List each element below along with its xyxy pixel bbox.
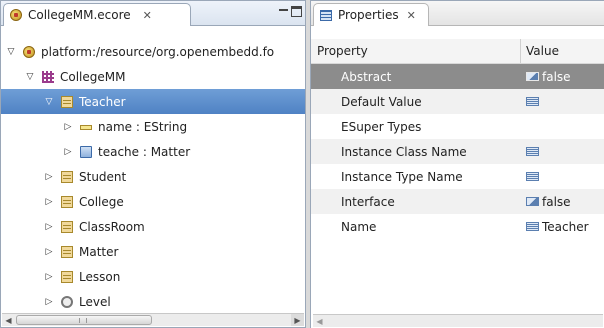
tree-item[interactable]: ▷ name : EString	[1, 114, 305, 139]
properties-view: Properties ✕ Property Value Abstract fals…	[310, 0, 604, 328]
eclass-icon	[61, 270, 73, 283]
expand-right-icon[interactable]: ▷	[43, 196, 55, 208]
tree-item-label: Level	[79, 294, 111, 309]
editor-tab[interactable]: CollegeMM.ecore ✕	[3, 3, 191, 26]
property-row[interactable]: Name Teacher	[311, 214, 604, 239]
property-value[interactable]: false	[521, 189, 604, 214]
tree-item-label: College	[79, 194, 124, 209]
tree-item[interactable]: ▷ ClassRoom	[1, 214, 305, 239]
tree-item[interactable]: ▷ Student	[1, 164, 305, 189]
expand-right-icon[interactable]: ▷	[62, 121, 74, 133]
property-value[interactable]	[521, 139, 604, 164]
close-icon[interactable]: ✕	[407, 9, 416, 22]
expand-right-icon[interactable]: ▷	[43, 221, 55, 233]
checkbox-value-icon	[526, 197, 539, 206]
tree-item-label: Lesson	[79, 269, 121, 284]
properties-tab-title: Properties	[338, 8, 399, 22]
close-icon[interactable]: ✕	[143, 9, 152, 22]
eattribute-icon	[80, 124, 92, 130]
expand-right-icon[interactable]: ▷	[43, 171, 55, 183]
eclass-icon	[61, 95, 73, 108]
property-name: Default Value	[341, 94, 422, 109]
tree-item[interactable]: ▽ platform:/resource/org.openembedd.fo	[1, 39, 305, 64]
property-value[interactable]	[521, 89, 604, 114]
eenum-icon	[61, 295, 73, 308]
property-row[interactable]: ESuper Types	[311, 114, 604, 139]
scrollbar-grip-icon	[79, 318, 87, 323]
scrollbar-thumb[interactable]	[16, 315, 152, 325]
text-value-icon	[526, 147, 539, 156]
property-name: Name	[341, 219, 377, 234]
properties-tab[interactable]: Properties ✕	[313, 3, 429, 26]
tree-item-label: platform:/resource/org.openembedd.fo	[41, 44, 275, 59]
column-header-value[interactable]: Value	[521, 39, 604, 63]
tree-item[interactable]: ▷ Level	[1, 289, 305, 314]
properties-table-header: Property Value	[311, 39, 604, 64]
property-name: Abstract	[341, 69, 392, 84]
property-name: ESuper Types	[341, 119, 422, 134]
ecore-file-icon	[10, 9, 22, 21]
expand-right-icon[interactable]: ▷	[62, 146, 74, 158]
ereference-icon	[80, 145, 92, 158]
property-row[interactable]: Instance Type Name	[311, 164, 604, 189]
tree-item[interactable]: ▷ teache : Matter	[1, 139, 305, 164]
property-value-text: false	[542, 194, 571, 209]
eclass-icon	[61, 220, 73, 233]
column-header-property[interactable]: Property	[311, 39, 521, 63]
properties-icon	[320, 9, 332, 21]
tree-item-label: name : EString	[98, 119, 188, 134]
property-row[interactable]: Default Value	[311, 89, 604, 114]
property-value-text: false	[542, 69, 571, 84]
tree-item-label: CollegeMM	[60, 69, 126, 84]
expand-right-icon[interactable]: ▷	[43, 296, 55, 308]
checkbox-value-icon	[526, 72, 539, 81]
scroll-left-arrow-icon[interactable]: ◀	[2, 314, 15, 326]
tree-item-label: ClassRoom	[79, 219, 145, 234]
tree-item-label: Student	[79, 169, 127, 184]
editor-tab-bar: CollegeMM.ecore ✕	[1, 1, 305, 26]
tree-item[interactable]: ▷ College	[1, 189, 305, 214]
editor-tab-title: CollegeMM.ecore	[28, 8, 131, 22]
property-value[interactable]: Teacher	[521, 214, 604, 239]
text-value-icon	[526, 222, 539, 231]
resource-package-icon	[23, 45, 35, 58]
expand-right-icon[interactable]: ▷	[43, 246, 55, 258]
eclass-icon	[61, 195, 73, 208]
eclass-icon	[61, 170, 73, 183]
tree-item-label: Teacher	[79, 94, 126, 109]
expand-down-icon[interactable]: ▽	[5, 46, 17, 58]
property-row[interactable]: Abstract false	[311, 64, 604, 89]
property-value[interactable]	[521, 114, 604, 139]
scroll-right-arrow-icon[interactable]: ▶	[291, 314, 304, 326]
tree-item[interactable]: ▷ Lesson	[1, 264, 305, 289]
tree-item[interactable]: ▽ Teacher	[1, 89, 305, 114]
property-row[interactable]: Interface false	[311, 189, 604, 214]
property-value[interactable]: false	[521, 64, 604, 89]
ecore-editor-pane: CollegeMM.ecore ✕ ▽ platform:/resource/or…	[0, 0, 306, 328]
tree-item[interactable]: ▷ Matter	[1, 239, 305, 264]
property-value-text: Teacher	[542, 219, 589, 234]
minimize-icon[interactable]	[278, 6, 289, 17]
scroll-left-arrow-icon[interactable]: ◀	[313, 315, 326, 327]
property-name: Instance Class Name	[341, 144, 467, 159]
property-row[interactable]: Instance Class Name	[311, 139, 604, 164]
text-value-icon	[526, 97, 539, 106]
editor-horizontal-scrollbar[interactable]: ◀ ▶	[2, 313, 304, 326]
maximize-icon[interactable]	[291, 6, 302, 17]
epackage-icon	[42, 70, 54, 83]
property-name: Instance Type Name	[341, 169, 463, 184]
property-name: Interface	[341, 194, 395, 209]
properties-horizontal-scrollbar[interactable]: ◀	[313, 314, 603, 327]
expand-down-icon[interactable]: ▽	[43, 96, 55, 108]
tree-item-label: teache : Matter	[98, 144, 191, 159]
expand-down-icon[interactable]: ▽	[24, 71, 36, 83]
tree-item[interactable]: ▽ CollegeMM	[1, 64, 305, 89]
text-value-icon	[526, 172, 539, 181]
eclass-icon	[61, 245, 73, 258]
expand-right-icon[interactable]: ▷	[43, 271, 55, 283]
model-tree: ▽ platform:/resource/org.openembedd.fo ▽ Co…	[1, 39, 305, 315]
property-value[interactable]	[521, 164, 604, 189]
properties-tab-bar: Properties ✕	[311, 1, 604, 26]
tree-item-label: Matter	[79, 244, 119, 259]
